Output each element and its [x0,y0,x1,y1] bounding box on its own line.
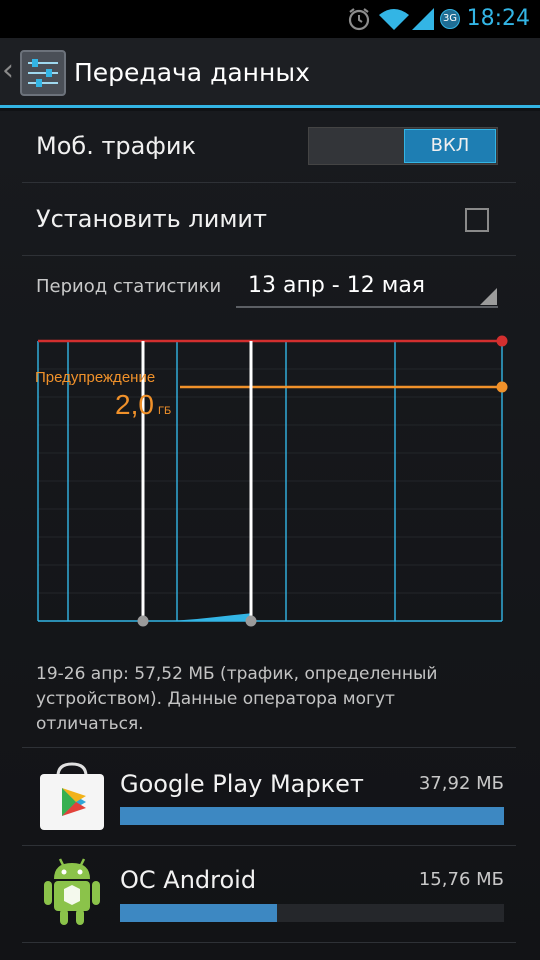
divider [22,255,516,256]
app-name: ОС Android [120,866,257,894]
usage-area [143,613,251,621]
period-underline [236,306,498,308]
divider [22,747,516,748]
status-time: 18:24 [466,6,530,31]
warning-unit: ГБ [158,405,171,417]
data-usage-chart[interactable]: Предупреждение 2,0 ГБ [0,320,540,640]
divider [22,942,516,943]
signal-icon [412,8,434,30]
alarm-icon [348,8,370,31]
app-size: 37,92 МБ [418,773,504,794]
divider [22,182,516,183]
wifi-icon [379,9,409,30]
dropdown-arrow-icon [480,288,497,305]
inspect-right-handle [245,615,257,627]
network-badge-label: 3G [442,13,458,24]
app-usage-bar-fill [120,807,504,825]
page-title: Передача данных [74,58,310,87]
status-bar: 3G 18:24 [0,0,540,38]
app-name: Google Play Маркет [120,770,364,798]
set-limit-label: Установить лимит [36,205,267,233]
inspect-left-handle [137,615,149,627]
period-label: Период статистики [36,276,222,297]
mobile-data-toggle-thumb[interactable]: ВКЛ [404,129,496,163]
app-size: 15,76 МБ [418,869,504,890]
limit-handle [496,335,508,347]
android-icon [44,858,100,925]
google-play-icon [40,762,104,830]
app-usage-bar-fill [120,904,277,922]
set-limit-checkbox[interactable] [465,208,489,232]
divider [22,845,516,846]
mobile-data-label: Моб. трафик [36,132,196,160]
sliders-graphic [28,59,58,87]
warning-value: 2,0 [115,389,154,420]
sliders-icon[interactable] [20,50,66,96]
period-value: 13 апр - 12 мая [248,273,426,298]
chevron-left-icon[interactable]: ‹ [2,56,14,86]
warning-handle [496,381,508,393]
usage-info-text: 19-26 апр: 57,52 МБ (трафик, определенны… [36,664,438,734]
network-badge-icon: 3G [440,9,460,29]
action-bar: ‹ Передача данных [0,38,540,108]
warning-label: Предупреждение [35,369,155,386]
